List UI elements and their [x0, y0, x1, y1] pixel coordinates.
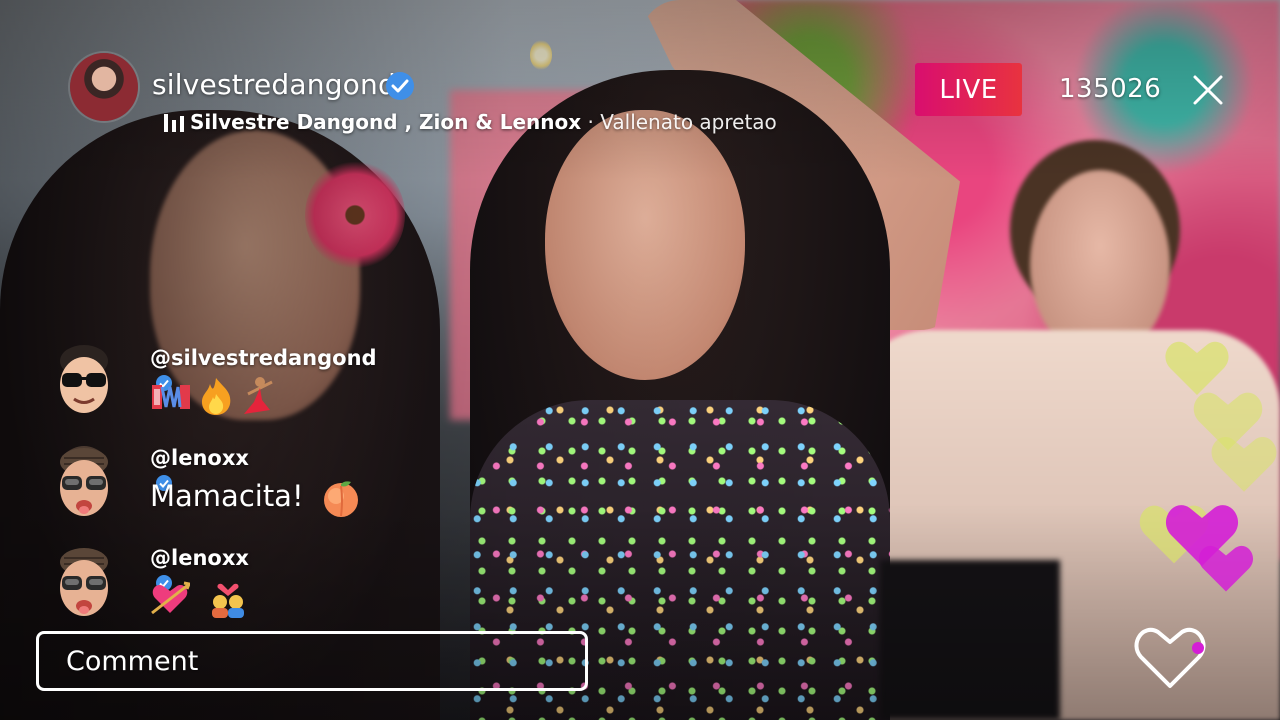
floating-heart-icon [1211, 437, 1277, 492]
music-artists: Silvestre Dangond , Zion & Lennox [190, 110, 582, 134]
comment-message-text: Mamacita! [150, 479, 304, 513]
comment-input[interactable]: Comment [36, 631, 588, 691]
couple-heart-icon [212, 583, 244, 618]
peach-icon [323, 481, 358, 517]
comment-username-text: @lenoxx [150, 546, 249, 570]
music-song-title: Vallenato apretao [600, 110, 777, 134]
live-stream-view: silvestredangond Silvestre Dangond , Zio… [0, 0, 1280, 720]
comment-username-text: @silvestredangond [150, 346, 377, 370]
fire-icon [202, 378, 231, 415]
comment-emoji-row [150, 578, 254, 618]
heart-arrow-icon [151, 581, 190, 615]
verified-badge-icon [386, 72, 414, 100]
like-button[interactable] [1132, 622, 1208, 692]
music-separator: · [581, 110, 601, 134]
host-avatar[interactable] [70, 53, 138, 121]
memoji-avatar[interactable] [52, 442, 116, 516]
heart-dot [1192, 642, 1204, 654]
live-badge: LIVE [915, 63, 1022, 116]
viewer-count: 135026 [1059, 74, 1162, 104]
comment-emoji-row [150, 376, 284, 416]
close-button[interactable] [1188, 70, 1228, 110]
heart-outline-icon [1134, 627, 1206, 688]
memoji-avatar[interactable] [52, 343, 116, 415]
dancer-icon [244, 377, 273, 414]
accordion-icon [152, 385, 190, 409]
comment-username-text: @lenoxx [150, 446, 249, 470]
live-overlay: silvestredangond Silvestre Dangond , Zio… [0, 0, 1280, 720]
music-equalizer-icon [164, 114, 184, 132]
close-icon [1193, 75, 1223, 105]
host-username[interactable]: silvestredangond [152, 68, 396, 101]
comment-message: Mamacita! [150, 478, 367, 518]
floating-heart-icon [1198, 545, 1254, 592]
memoji-avatar[interactable] [52, 542, 116, 616]
now-playing[interactable]: Silvestre Dangond , Zion & Lennox · Vall… [164, 110, 777, 134]
